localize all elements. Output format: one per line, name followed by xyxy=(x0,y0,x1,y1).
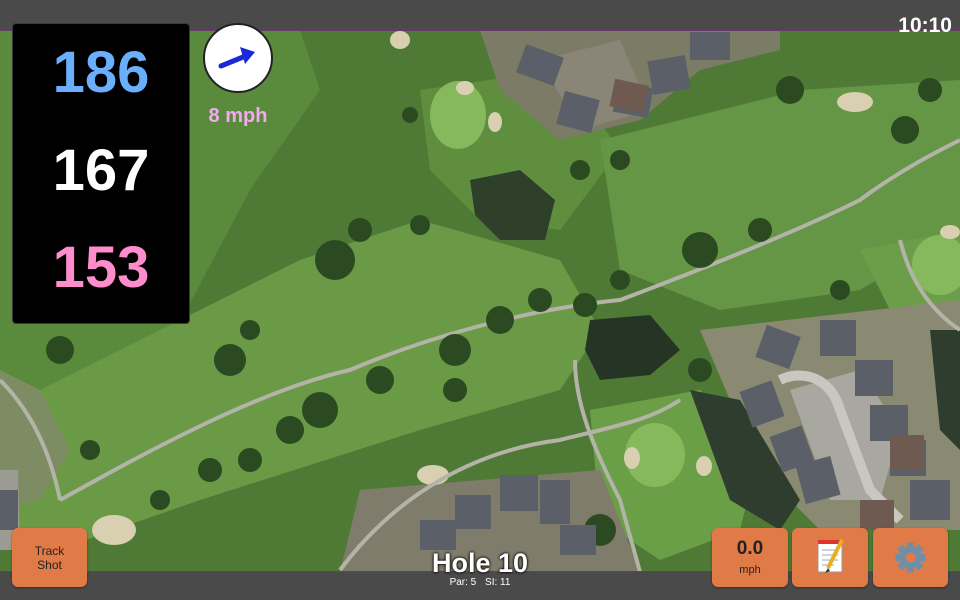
notepad-icon xyxy=(817,539,844,573)
hole-info: Par: 5 SI: 11 xyxy=(420,577,540,588)
distance-back: 186 xyxy=(52,40,150,105)
hole-par: Par: 5 xyxy=(449,577,477,588)
wind-direction-arrow-icon xyxy=(218,47,255,69)
speed-unit: mph xyxy=(739,564,761,576)
settings-button[interactable] xyxy=(873,528,948,587)
hole-stroke-index: SI: 11 xyxy=(485,577,511,588)
gear-icon xyxy=(895,542,926,573)
clock-time: 10:10 xyxy=(898,14,952,37)
distance-middle: 167 xyxy=(52,138,150,203)
wind-direction-indicator xyxy=(203,23,273,93)
speed-value: 0.0 xyxy=(736,538,764,559)
track-shot-button[interactable]: Track Shot xyxy=(12,528,87,587)
notes-button[interactable] xyxy=(792,528,868,587)
track-shot-label-line1: Track xyxy=(34,544,65,558)
hole-title: Hole 10 xyxy=(431,548,529,578)
distance-panel: 186 167 153 xyxy=(12,23,190,324)
track-shot-label-line2: Shot xyxy=(37,558,62,572)
distance-front: 153 xyxy=(52,235,150,300)
wind-speed-label: 8 mph xyxy=(208,105,268,127)
speed-button[interactable]: 0.0 mph xyxy=(712,528,788,587)
